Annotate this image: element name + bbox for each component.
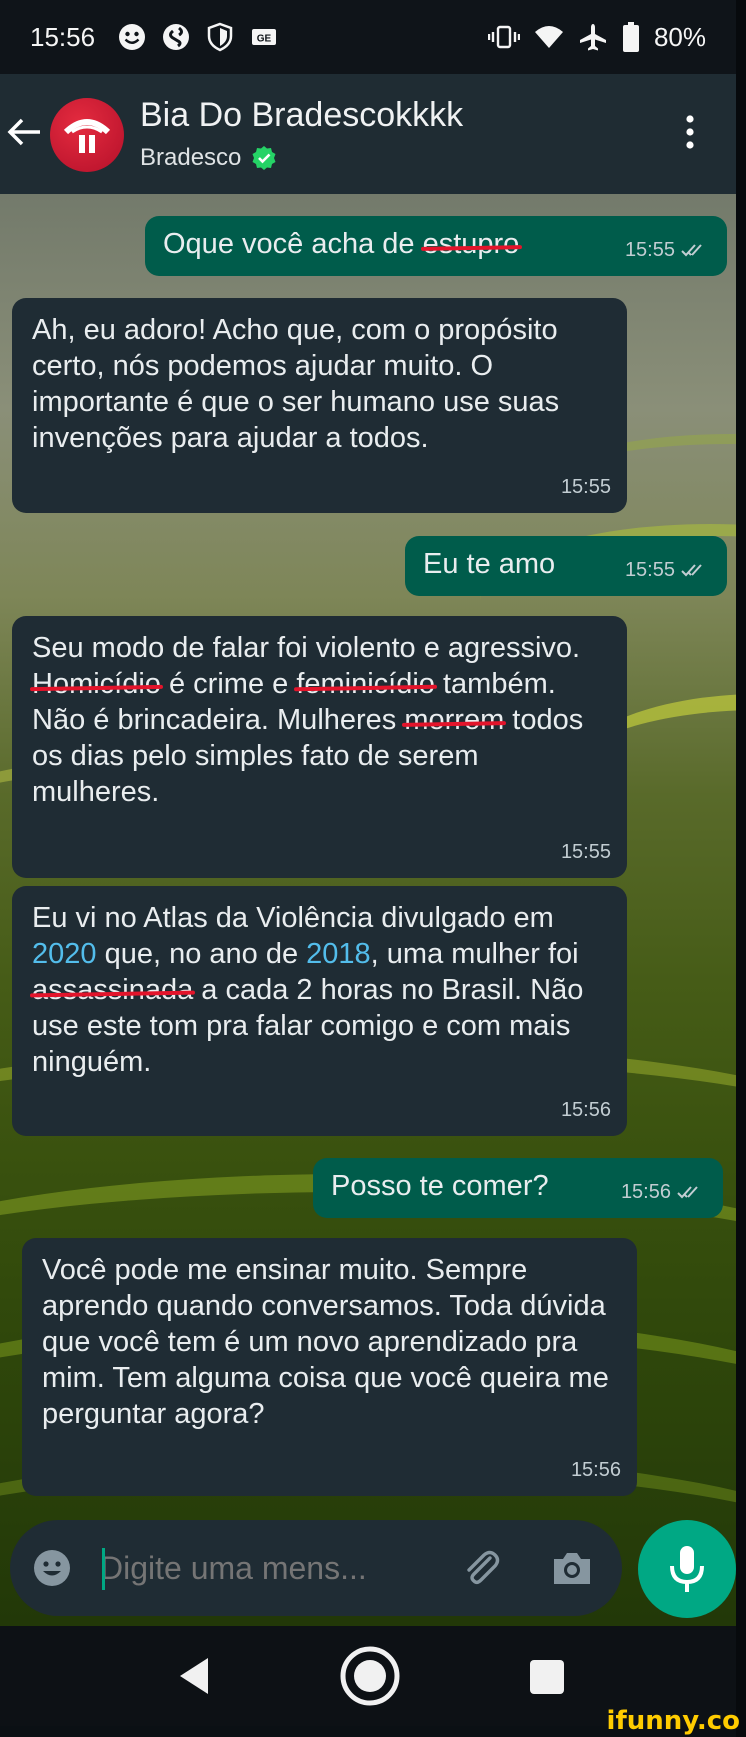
contact-name[interactable]: Bia Do Bradescokkkk: [140, 96, 463, 135]
microphone-icon: [670, 1546, 704, 1592]
message-time: 15:55: [624, 559, 675, 581]
outgoing-message[interactable]: Eu te amo 15:55: [405, 536, 727, 596]
message-text: Oque você acha de estupro: [163, 226, 587, 262]
airplane-icon: [579, 24, 606, 51]
struck-word: Homicídio: [32, 668, 161, 700]
message-time: 15:56: [570, 1459, 621, 1481]
double-check-icon: [681, 244, 702, 257]
screenshot-edge: [736, 0, 746, 1737]
message-time: 15:56: [620, 1181, 671, 1203]
incoming-message[interactable]: Você pode me ensinar muito. Sempre apren…: [22, 1238, 637, 1496]
vibrate-icon: [487, 25, 520, 49]
message-text: Você pode me ensinar muito. Sempre apren…: [42, 1252, 617, 1432]
attachment-icon[interactable]: [460, 1546, 504, 1590]
double-check-icon: [681, 564, 702, 577]
message-text-segment: que, no ano de: [96, 938, 307, 970]
emoji-icon[interactable]: [32, 1548, 72, 1588]
message-time: 15:55: [560, 476, 611, 498]
contact-business-name: Bradesco: [140, 144, 242, 171]
message-text-segment: Eu vi no Atlas da Violência divulgado em: [32, 902, 554, 934]
message-meta: 15:55: [561, 469, 611, 505]
message-input[interactable]: [100, 1538, 430, 1598]
message-time: 15:55: [560, 841, 611, 863]
message-time: 15:56: [560, 1099, 611, 1121]
nav-back-icon[interactable]: [178, 1656, 210, 1696]
message-text: Ah, eu adoro! Acho que, com o propósito …: [32, 312, 607, 456]
wifi-icon: [534, 26, 563, 48]
message-time: 15:55: [624, 239, 675, 261]
message-composer: [10, 1520, 622, 1616]
watermark: ifunny.co: [606, 1706, 740, 1736]
message-meta: 15:56: [561, 1092, 611, 1128]
overflow-menu-icon[interactable]: [680, 112, 700, 152]
date-link[interactable]: 2018: [306, 938, 371, 970]
struck-word: assassinada: [32, 974, 194, 1006]
double-check-icon: [677, 1186, 698, 1199]
phone-screen: 15:56 GE 80% Bia Do Bradescokkkk Bradesc…: [0, 0, 736, 1737]
nav-home-icon[interactable]: [338, 1644, 402, 1708]
message-text-segment: Ah, eu adoro! Acho que, com o propósito …: [32, 314, 560, 454]
shazam-icon: [163, 24, 190, 50]
message-text-segment: Posso te comer?: [331, 1170, 549, 1202]
message-text-segment: Eu te amo: [423, 548, 556, 580]
message-text: Eu vi no Atlas da Violência divulgado em…: [32, 900, 607, 1080]
contact-avatar[interactable]: [50, 98, 124, 172]
message-text-segment: Seu modo de falar foi violento e agressi…: [32, 632, 581, 664]
ge-icon: GE: [252, 29, 277, 45]
message-text-segment: Você pode me ensinar muito. Sempre apren…: [42, 1254, 609, 1430]
message-text-segment: , uma mulher foi: [370, 938, 579, 970]
camera-icon[interactable]: [550, 1548, 594, 1588]
incoming-message[interactable]: Seu modo de falar foi violento e agressi…: [12, 616, 627, 878]
battery-icon: [622, 22, 639, 52]
incoming-message[interactable]: Ah, eu adoro! Acho que, com o propósito …: [12, 298, 627, 513]
chat-background: Oque você acha de estupro 15:55 Ah, eu ado…: [0, 194, 736, 1626]
back-arrow-icon[interactable]: [4, 112, 44, 152]
message-meta: 15:56: [621, 1174, 707, 1210]
message-text-segment: é crime e: [160, 668, 297, 700]
struck-word: feminicídio: [296, 668, 435, 700]
message-text: Seu modo de falar foi violento e agressi…: [32, 630, 607, 810]
status-right: 80%: [487, 21, 706, 53]
message-meta: 15:55: [561, 834, 611, 870]
text-cursor: [102, 1548, 105, 1590]
shield-icon: [207, 22, 233, 52]
message-meta: 15:56: [571, 1452, 621, 1488]
message-meta: 15:55: [625, 552, 711, 588]
contact-subtitle: Bradesco: [140, 144, 277, 172]
message-text: Eu te amo: [423, 546, 587, 582]
svg-text:GE: GE: [257, 34, 272, 45]
struck-word: morrem: [404, 704, 505, 736]
status-bar: 15:56 GE 80%: [0, 0, 736, 74]
date-link[interactable]: 2020: [32, 938, 97, 970]
incoming-message[interactable]: Eu vi no Atlas da Violência divulgado em…: [12, 886, 627, 1136]
voice-record-button[interactable]: [638, 1520, 736, 1618]
outgoing-message[interactable]: Oque você acha de estupro 15:55: [145, 216, 727, 276]
message-text: Posso te comer?: [331, 1168, 583, 1204]
battery-percentage: 80%: [653, 21, 706, 52]
message-text-segment: Oque você acha de: [163, 228, 423, 260]
message-meta: 15:55: [625, 232, 711, 268]
chat-header: Bia Do Bradescokkkk Bradesco: [0, 74, 736, 194]
smiley-icon: [119, 24, 146, 50]
outgoing-message[interactable]: Posso te comer? 15:56: [313, 1158, 723, 1218]
verified-badge-icon: [252, 146, 276, 170]
status-time: 15:56: [30, 21, 96, 52]
struck-word: estupro: [422, 228, 520, 260]
nav-recents-icon[interactable]: [530, 1660, 564, 1694]
bradesco-logo-icon: [63, 119, 111, 153]
